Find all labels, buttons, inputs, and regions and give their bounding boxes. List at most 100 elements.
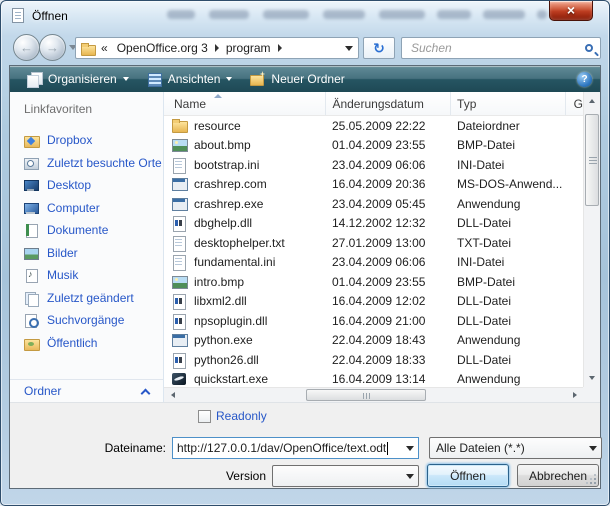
- client-area: Organisieren Ansichten Neuer Ordner Link…: [9, 65, 601, 489]
- window-title: Öffnen: [32, 9, 68, 23]
- titlebar[interactable]: Öffnen: [1, 1, 609, 31]
- column-header-size[interactable]: G: [566, 92, 583, 115]
- column-headers: Name Änderungsdatum Typ G: [164, 92, 583, 116]
- column-header-name[interactable]: Name: [164, 92, 326, 115]
- open-button[interactable]: Öffnen: [427, 464, 509, 487]
- scroll-left-button[interactable]: [165, 388, 180, 402]
- dll-file-icon: [172, 215, 188, 231]
- resize-grip-icon[interactable]: [584, 472, 596, 484]
- filename-combobox[interactable]: http://127.0.0.1/dav/OpenOffice/text.odt: [172, 437, 419, 459]
- column-header-date[interactable]: Änderungsdatum: [326, 92, 451, 115]
- filetype-value: Alle Dateien (*.*): [436, 441, 525, 455]
- chevron-down-icon: [406, 474, 414, 479]
- table-row[interactable]: resource 25.05.2009 22:22 Dateiordner: [164, 116, 583, 136]
- filename-dropdown-button[interactable]: [401, 438, 418, 458]
- ini-file-icon: [172, 254, 188, 270]
- sidebar-item-desktop[interactable]: Desktop: [10, 174, 163, 197]
- chevron-down-icon: [123, 77, 129, 81]
- dropbox-icon: [23, 132, 39, 148]
- refresh-button[interactable]: [363, 37, 395, 59]
- version-label: Version: [206, 469, 266, 483]
- table-row[interactable]: bootstrap.ini 23.04.2009 06:06 INI-Datei: [164, 155, 583, 175]
- sidebar-item-searches[interactable]: Suchvorgänge: [10, 309, 163, 332]
- table-row[interactable]: python.exe 22.04.2009 18:43 Anwendung: [164, 331, 583, 351]
- scroll-down-button[interactable]: [584, 370, 600, 386]
- table-row[interactable]: python26.dll 22.04.2009 18:33 DLL-Datei: [164, 350, 583, 370]
- command-toolbar: Organisieren Ansichten Neuer Ordner: [10, 66, 600, 92]
- sidebar-item-dropbox[interactable]: Dropbox: [10, 129, 163, 152]
- table-row[interactable]: fundamental.ini 23.04.2009 06:06 INI-Dat…: [164, 253, 583, 273]
- music-icon: [23, 267, 39, 283]
- breadcrumb-overflow[interactable]: «: [101, 41, 108, 55]
- sidebar-item-documents[interactable]: Dokumente: [10, 219, 163, 242]
- refresh-icon: [373, 41, 385, 56]
- breadcrumb-item-openoffice[interactable]: OpenOffice.org 3: [113, 41, 212, 55]
- ini-file-icon: [172, 157, 188, 173]
- search-icon[interactable]: [585, 44, 593, 52]
- table-row[interactable]: crashrep.exe 23.04.2009 05:45 Anwendung: [164, 194, 583, 214]
- readonly-option[interactable]: Readonly: [198, 409, 267, 423]
- sidebar-item-computer[interactable]: Computer: [10, 197, 163, 220]
- filename-value[interactable]: http://127.0.0.1/dav/OpenOffice/text.odt: [177, 441, 386, 455]
- app-icon: [172, 332, 188, 348]
- table-row[interactable]: libxml2.dll 16.04.2009 12:02 DLL-Datei: [164, 292, 583, 312]
- scroll-right-button[interactable]: [567, 388, 582, 402]
- folders-expander[interactable]: Ordner: [10, 379, 163, 402]
- help-button[interactable]: [577, 72, 592, 87]
- documents-icon: [23, 222, 39, 238]
- horizontal-scrollbar-thumb[interactable]: [306, 389, 426, 401]
- chevron-down-icon: [589, 446, 597, 451]
- forward-button[interactable]: [39, 34, 66, 61]
- filetype-select[interactable]: Alle Dateien (*.*): [429, 437, 602, 459]
- sidebar-item-pictures[interactable]: Bilder: [10, 242, 163, 265]
- table-row[interactable]: dbghelp.dll 14.12.2002 12:32 DLL-Datei: [164, 214, 583, 234]
- filename-label: Dateiname:: [10, 441, 166, 455]
- file-list: Name Änderungsdatum Typ G resource 25.05: [164, 92, 600, 402]
- version-dropdown-button[interactable]: [401, 466, 418, 486]
- folder-icon: [172, 118, 188, 134]
- folder-icon: [81, 42, 95, 55]
- new-folder-label: Neuer Ordner: [271, 72, 344, 86]
- app-icon: [172, 196, 188, 212]
- breadcrumb-item-program[interactable]: program: [222, 41, 275, 55]
- version-select[interactable]: [272, 465, 419, 487]
- views-button[interactable]: Ansichten: [138, 68, 242, 90]
- breadcrumb-separator-icon[interactable]: [215, 44, 219, 52]
- triangle-right-icon: [573, 392, 577, 398]
- recent-places-icon: [23, 155, 39, 171]
- filetype-dropdown-button[interactable]: [584, 438, 601, 458]
- horizontal-scrollbar[interactable]: [164, 387, 583, 402]
- sidebar-header: Linkfavoriten: [10, 102, 163, 116]
- organize-label: Organisieren: [48, 72, 117, 86]
- sidebar-item-recently-changed[interactable]: Zuletzt geändert: [10, 287, 163, 310]
- table-row[interactable]: quickstart.exe 16.04.2009 13:14 Anwendun…: [164, 370, 583, 388]
- back-button[interactable]: [13, 34, 40, 61]
- chevron-down-icon: [226, 77, 232, 81]
- vertical-scrollbar[interactable]: [583, 92, 600, 387]
- table-row[interactable]: npsoplugin.dll 16.04.2009 21:00 DLL-Date…: [164, 311, 583, 331]
- new-folder-button[interactable]: Neuer Ordner: [241, 68, 353, 90]
- organize-button[interactable]: Organisieren: [18, 68, 138, 90]
- sidebar-item-recent-places[interactable]: Zuletzt besuchte Orte: [10, 152, 163, 175]
- table-row[interactable]: crashrep.com 16.04.2009 20:36 MS-DOS-Anw…: [164, 175, 583, 195]
- column-header-type[interactable]: Typ: [451, 92, 566, 115]
- chevron-up-icon: [141, 388, 151, 398]
- search-box[interactable]: [401, 37, 601, 59]
- sidebar-item-music[interactable]: Musik: [10, 264, 163, 287]
- open-file-dialog: Öffnen « OpenOffice.org 3 program Organi…: [0, 0, 610, 506]
- bmp-file-icon: [172, 137, 188, 153]
- table-row[interactable]: desktophelper.txt 27.01.2009 13:00 TXT-D…: [164, 233, 583, 253]
- search-input[interactable]: [409, 40, 581, 56]
- vertical-scrollbar-thumb[interactable]: [585, 114, 599, 206]
- address-dropdown-icon[interactable]: [345, 46, 353, 51]
- sidebar-item-public[interactable]: Öffentlich: [10, 332, 163, 355]
- text-caret: [387, 442, 388, 455]
- table-row[interactable]: intro.bmp 01.04.2009 23:55 BMP-Datei: [164, 272, 583, 292]
- table-row[interactable]: about.bmp 01.04.2009 23:55 BMP-Datei: [164, 136, 583, 156]
- searches-icon: [23, 312, 39, 328]
- close-button[interactable]: [549, 1, 593, 21]
- scroll-up-button[interactable]: [584, 93, 600, 109]
- readonly-checkbox[interactable]: [198, 410, 211, 423]
- breadcrumb-separator-icon[interactable]: [278, 44, 282, 52]
- breadcrumb[interactable]: « OpenOffice.org 3 program: [75, 37, 359, 59]
